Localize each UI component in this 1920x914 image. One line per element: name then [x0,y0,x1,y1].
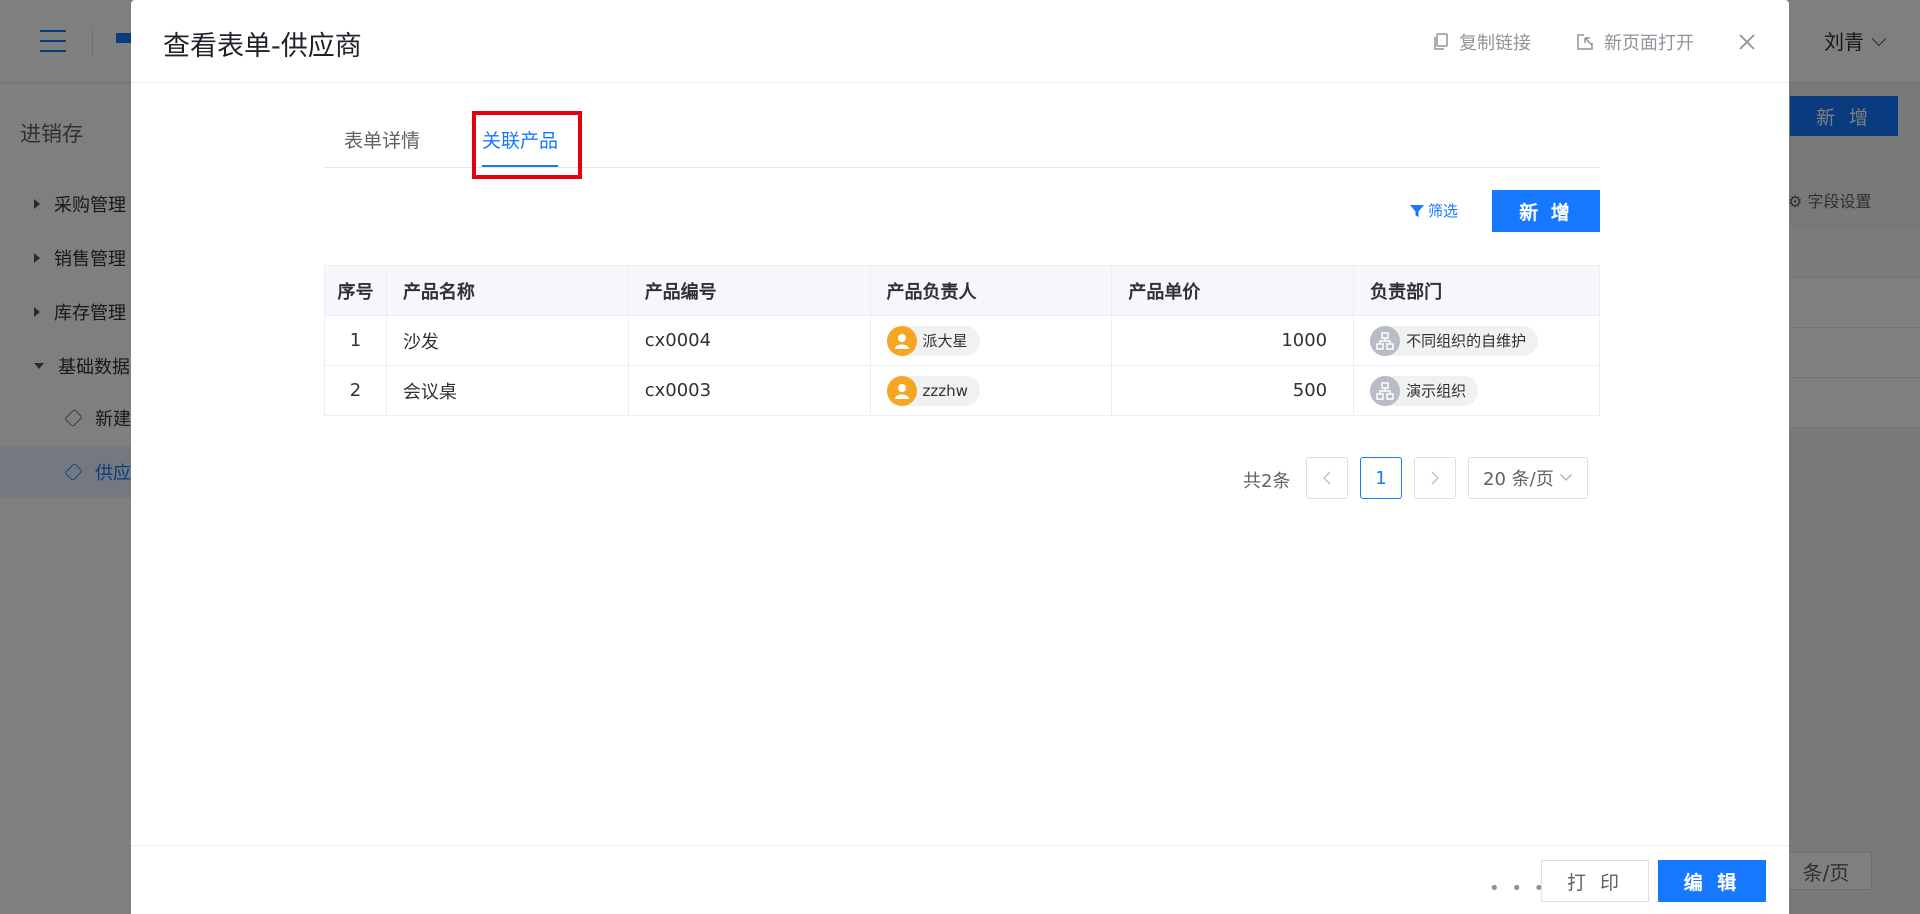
page-size-select[interactable]: 20 条/页 [1468,457,1588,499]
filter-button[interactable]: 筛选 [1410,200,1458,221]
user-avatar-icon [886,325,917,356]
column-header-dept: 负责部门 [1353,265,1600,316]
copy-link-label: 复制链接 [1459,33,1531,54]
external-link-icon [1577,34,1593,50]
org-tree-icon [1370,325,1401,356]
close-icon[interactable] [1735,30,1759,54]
print-button[interactable]: 打 印 [1541,860,1649,902]
org-tree-icon [1370,375,1401,406]
tab-form-details[interactable]: 表单详情 [344,126,420,153]
cell-owner: 派大星 [869,315,1113,366]
dialog-title: 查看表单-供应商 [163,31,362,62]
dialog-footer: • • • 打 印 编 辑 [131,845,1789,914]
edit-button[interactable]: 编 辑 [1658,860,1766,902]
user-chip[interactable]: zzzhw [886,375,980,406]
pagination-total: 共2条 [1243,471,1291,492]
column-header-name: 产品名称 [385,265,629,316]
cell-index: 2 [324,365,387,416]
cell-product-code: cx0003 [627,365,871,416]
filter-icon [1410,204,1424,217]
column-header-code: 产品编号 [627,265,871,316]
table-row[interactable]: 1 沙发 cx0004 派大星 1000 不同组织的自维护 [324,315,1600,366]
user-chip-label: zzzhw [922,381,968,400]
open-new-page-button[interactable]: 新页面打开 [1576,29,1694,55]
page-number-button[interactable]: 1 [1360,457,1402,499]
form-view-dialog: 查看表单-供应商 复制链接 新页面打开 表单详情 关联产品 筛选 新 增 序号 [131,0,1789,914]
filter-label: 筛选 [1428,202,1459,220]
cell-price: 1000 [1111,315,1355,366]
page-size-value: 20 条/页 [1483,469,1554,490]
cell-dept: 演示组织 [1353,365,1600,416]
user-avatar-icon [886,375,917,406]
org-chip-label: 演示组织 [1406,382,1467,400]
column-header-price: 产品单价 [1111,265,1355,316]
org-chip[interactable]: 演示组织 [1370,375,1479,406]
user-chip-label: 派大星 [922,332,968,350]
add-product-button[interactable]: 新 增 [1492,190,1600,232]
more-options-button[interactable]: • • • [1489,878,1547,899]
table-header-row: 序号 产品名称 产品编号 产品负责人 产品单价 负责部门 [324,265,1600,316]
cell-product-name: 沙发 [385,315,629,366]
copy-link-button[interactable]: 复制链接 [1433,29,1531,55]
related-products-table: 序号 产品名称 产品编号 产品负责人 产品单价 负责部门 1 沙发 cx0004… [324,265,1600,416]
chevron-left-icon [1322,471,1331,485]
user-chip[interactable]: 派大星 [886,325,980,356]
highlight-annotation-box [472,111,582,179]
column-header-index: 序号 [324,265,387,316]
cell-index: 1 [324,315,387,366]
next-page-button[interactable] [1414,457,1456,499]
cell-owner: zzzhw [869,365,1113,416]
cell-product-name: 会议桌 [385,365,629,416]
open-new-page-label: 新页面打开 [1604,33,1694,54]
copy-icon [1434,33,1448,50]
prev-page-button[interactable] [1306,457,1348,499]
org-chip[interactable]: 不同组织的自维护 [1370,325,1539,356]
org-chip-label: 不同组织的自维护 [1406,332,1527,350]
cell-product-code: cx0004 [627,315,871,366]
chevron-down-icon [1560,469,1572,481]
dialog-header: 查看表单-供应商 复制链接 新页面打开 [131,0,1789,83]
chevron-right-icon [1431,471,1440,485]
cell-price: 500 [1111,365,1355,416]
table-row[interactable]: 2 会议桌 cx0003 zzzhw 500 演示组织 [324,365,1600,416]
column-header-owner: 产品负责人 [869,265,1113,316]
cell-dept: 不同组织的自维护 [1353,315,1600,366]
